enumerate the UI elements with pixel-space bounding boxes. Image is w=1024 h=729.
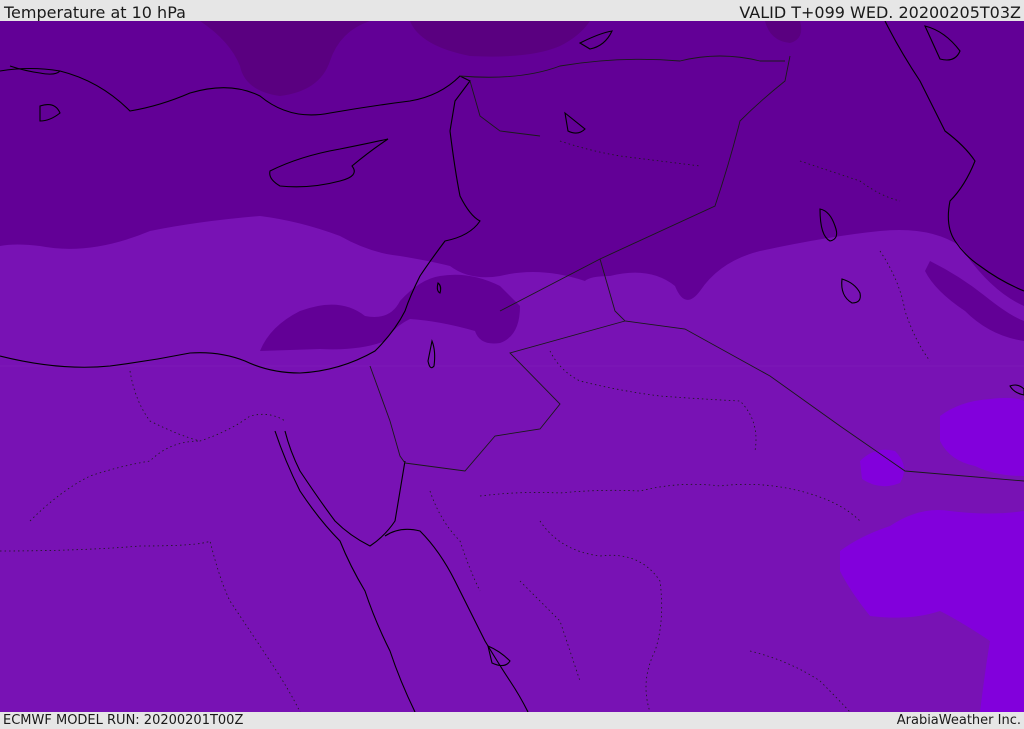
temperature-map xyxy=(0,21,1024,712)
valid-time-label: VALID T+099 WED. 20200205T03Z xyxy=(739,3,1021,22)
map-canvas xyxy=(0,21,1024,712)
credit-label: ArabiaWeather Inc. xyxy=(896,713,1021,728)
top-bar: Temperature at 10 hPa VALID T+099 WED. 2… xyxy=(0,0,1024,22)
map-title: Temperature at 10 hPa xyxy=(4,3,186,22)
bottom-bar: ECMWF MODEL RUN: 20200201T00Z ArabiaWeat… xyxy=(0,712,1024,729)
model-run-label: ECMWF MODEL RUN: 20200201T00Z xyxy=(3,713,244,728)
map-viewer: Temperature at 10 hPa VALID T+099 WED. 2… xyxy=(0,0,1024,729)
